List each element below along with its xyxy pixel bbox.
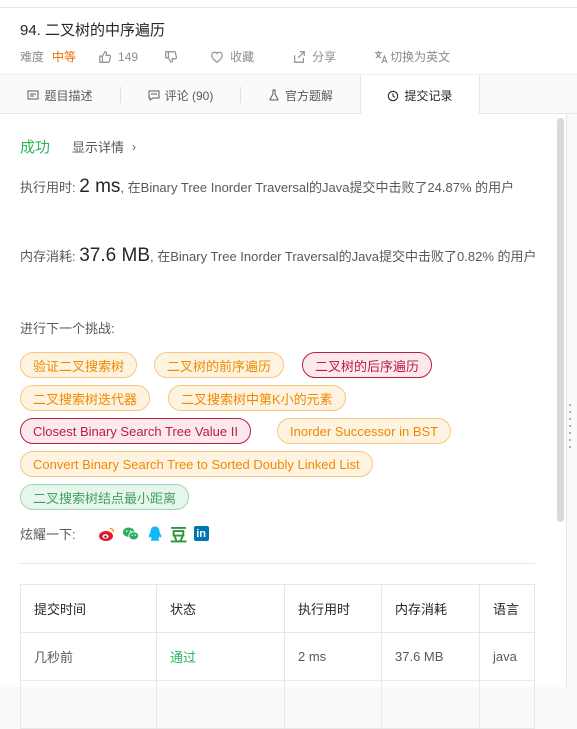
top-navbar	[0, 0, 577, 8]
cell-language: java	[479, 632, 535, 681]
runtime-stat: 执行用时: 2 ms, 在Binary Tree Inorder Travers…	[20, 176, 540, 198]
favorite-button[interactable]: 收藏	[210, 48, 254, 65]
result-status: 成功	[20, 139, 51, 156]
cell-empty	[479, 680, 535, 729]
cell-status-link[interactable]: 通过	[156, 632, 285, 681]
show-details-link[interactable]: 显示详情 ›	[72, 137, 136, 156]
wechat-icon[interactable]	[122, 525, 140, 543]
memory-suffix: , 在Binary Tree Inorder Traversal的Java提交中…	[150, 249, 537, 264]
problem-meta: 难度 中等 149 收藏 分享 切换为英文	[20, 48, 470, 65]
table-row	[20, 680, 535, 729]
challenge-tag[interactable]: 二叉搜索树迭代器	[20, 385, 151, 411]
col-memory: 内存消耗	[381, 584, 480, 633]
heart-icon	[211, 51, 223, 63]
section-divider	[20, 563, 535, 564]
tab-description[interactable]: 题目描述	[0, 75, 120, 115]
drag-handle-icon[interactable]	[569, 404, 573, 450]
difficulty-badge: 中等	[52, 50, 77, 64]
challenge-tag[interactable]: 二叉搜索树结点最小距离	[20, 484, 190, 510]
tab-comments[interactable]: 评论 (90)	[121, 75, 240, 115]
table-header-row: 提交时间 状态 执行用时 内存消耗 语言	[20, 584, 535, 633]
challenge-tag[interactable]: 二叉树的后序遍历	[302, 352, 433, 378]
share-label: 分享	[312, 50, 337, 64]
runtime-prefix: 执行用时:	[20, 180, 80, 195]
challenge-tag[interactable]: Closest Binary Search Tree Value II	[20, 418, 251, 444]
cell-empty	[20, 680, 157, 729]
switch-language-label: 切换为英文	[390, 50, 451, 64]
challenge-tag[interactable]: 二叉树的前序遍历	[154, 352, 285, 378]
linkedin-icon[interactable]: in	[193, 526, 209, 541]
scrollbar-thumb[interactable]	[557, 118, 564, 522]
memory-value: 37.6 MB	[79, 245, 150, 266]
cell-empty	[156, 680, 285, 729]
history-icon	[388, 90, 399, 101]
challenge-tag[interactable]: Convert Binary Search Tree to Sorted Dou…	[20, 451, 373, 477]
like-count: 149	[118, 49, 139, 64]
favorite-label: 收藏	[230, 50, 255, 64]
table-row: 几秒前 通过 2 ms 37.6 MB java	[20, 632, 535, 681]
problem-title: 94. 二叉树的中序遍历	[20, 22, 166, 39]
cell-runtime: 2 ms	[284, 632, 382, 681]
submission-detail-panel: 成功 显示详情 › 执行用时: 2 ms, 在Binary Tree Inord…	[0, 114, 566, 729]
share-row-label: 炫耀一下:	[20, 527, 76, 542]
thumbs-down-icon	[165, 50, 178, 63]
tab-submissions[interactable]: 提交记录	[360, 75, 480, 116]
col-runtime: 执行用时	[284, 584, 382, 633]
submissions-table: 提交时间 状态 执行用时 内存消耗 语言 几秒前 通过 2 ms 37.6 MB…	[20, 584, 535, 729]
cell-empty	[284, 680, 382, 729]
challenge-tag[interactable]: Inorder Successor in BST	[277, 418, 452, 444]
tab-submissions-label: 提交记录	[404, 89, 453, 103]
description-icon	[27, 90, 39, 100]
cell-empty	[381, 680, 480, 729]
share-row: 炫耀一下: 豆 in	[20, 524, 215, 545]
translate-icon	[374, 50, 388, 63]
col-status: 状态	[156, 584, 285, 633]
douban-icon[interactable]: 豆	[170, 525, 188, 545]
weibo-icon[interactable]	[98, 525, 116, 543]
qq-icon[interactable]	[146, 525, 164, 543]
runtime-suffix: , 在Binary Tree Inorder Traversal的Java提交中…	[120, 180, 515, 195]
splitter-panel[interactable]	[566, 114, 577, 687]
runtime-value: 2 ms	[79, 176, 121, 197]
cell-memory: 37.6 MB	[381, 632, 480, 681]
tab-description-label: 题目描述	[44, 88, 93, 103]
tab-solution[interactable]: 官方题解	[241, 75, 360, 115]
challenge-tag[interactable]: 验证二叉搜索树	[20, 352, 138, 378]
col-language: 语言	[479, 584, 535, 633]
tab-bar: 题目描述 评论 (90) 官方题解 提交记录	[0, 74, 577, 116]
chevron-right-icon: ›	[132, 139, 137, 154]
memory-stat: 内存消耗: 37.6 MB, 在Binary Tree Inorder Trav…	[20, 245, 540, 267]
show-details-label: 显示详情	[72, 140, 125, 155]
tab-solution-label: 官方题解	[284, 88, 333, 103]
col-submit-time: 提交时间	[20, 584, 157, 633]
tab-comments-label: 评论 (90)	[164, 88, 214, 103]
challenge-tag[interactable]: 二叉搜索树中第K小的元素	[168, 385, 346, 411]
result-status-row: 成功 显示详情 ›	[20, 136, 136, 157]
dislike-button[interactable]	[164, 50, 184, 64]
share-icons: 豆 in	[98, 525, 215, 545]
switch-language-button[interactable]: 切换为英文	[374, 48, 450, 65]
difficulty-label: 难度	[20, 50, 45, 64]
share-icon	[294, 50, 305, 63]
comment-icon	[148, 90, 160, 101]
thumbs-up-icon	[99, 50, 112, 63]
solution-icon	[269, 89, 279, 101]
next-challenge-label: 进行下一个挑战:	[20, 321, 115, 336]
problem-header: 94. 二叉树的中序遍历 难度 中等 149 收藏 分享 切换为英文	[0, 8, 577, 74]
like-button[interactable]: 149	[98, 50, 138, 64]
memory-prefix: 内存消耗:	[20, 249, 80, 264]
share-button[interactable]: 分享	[292, 48, 336, 65]
cell-submit-time: 几秒前	[20, 632, 157, 681]
